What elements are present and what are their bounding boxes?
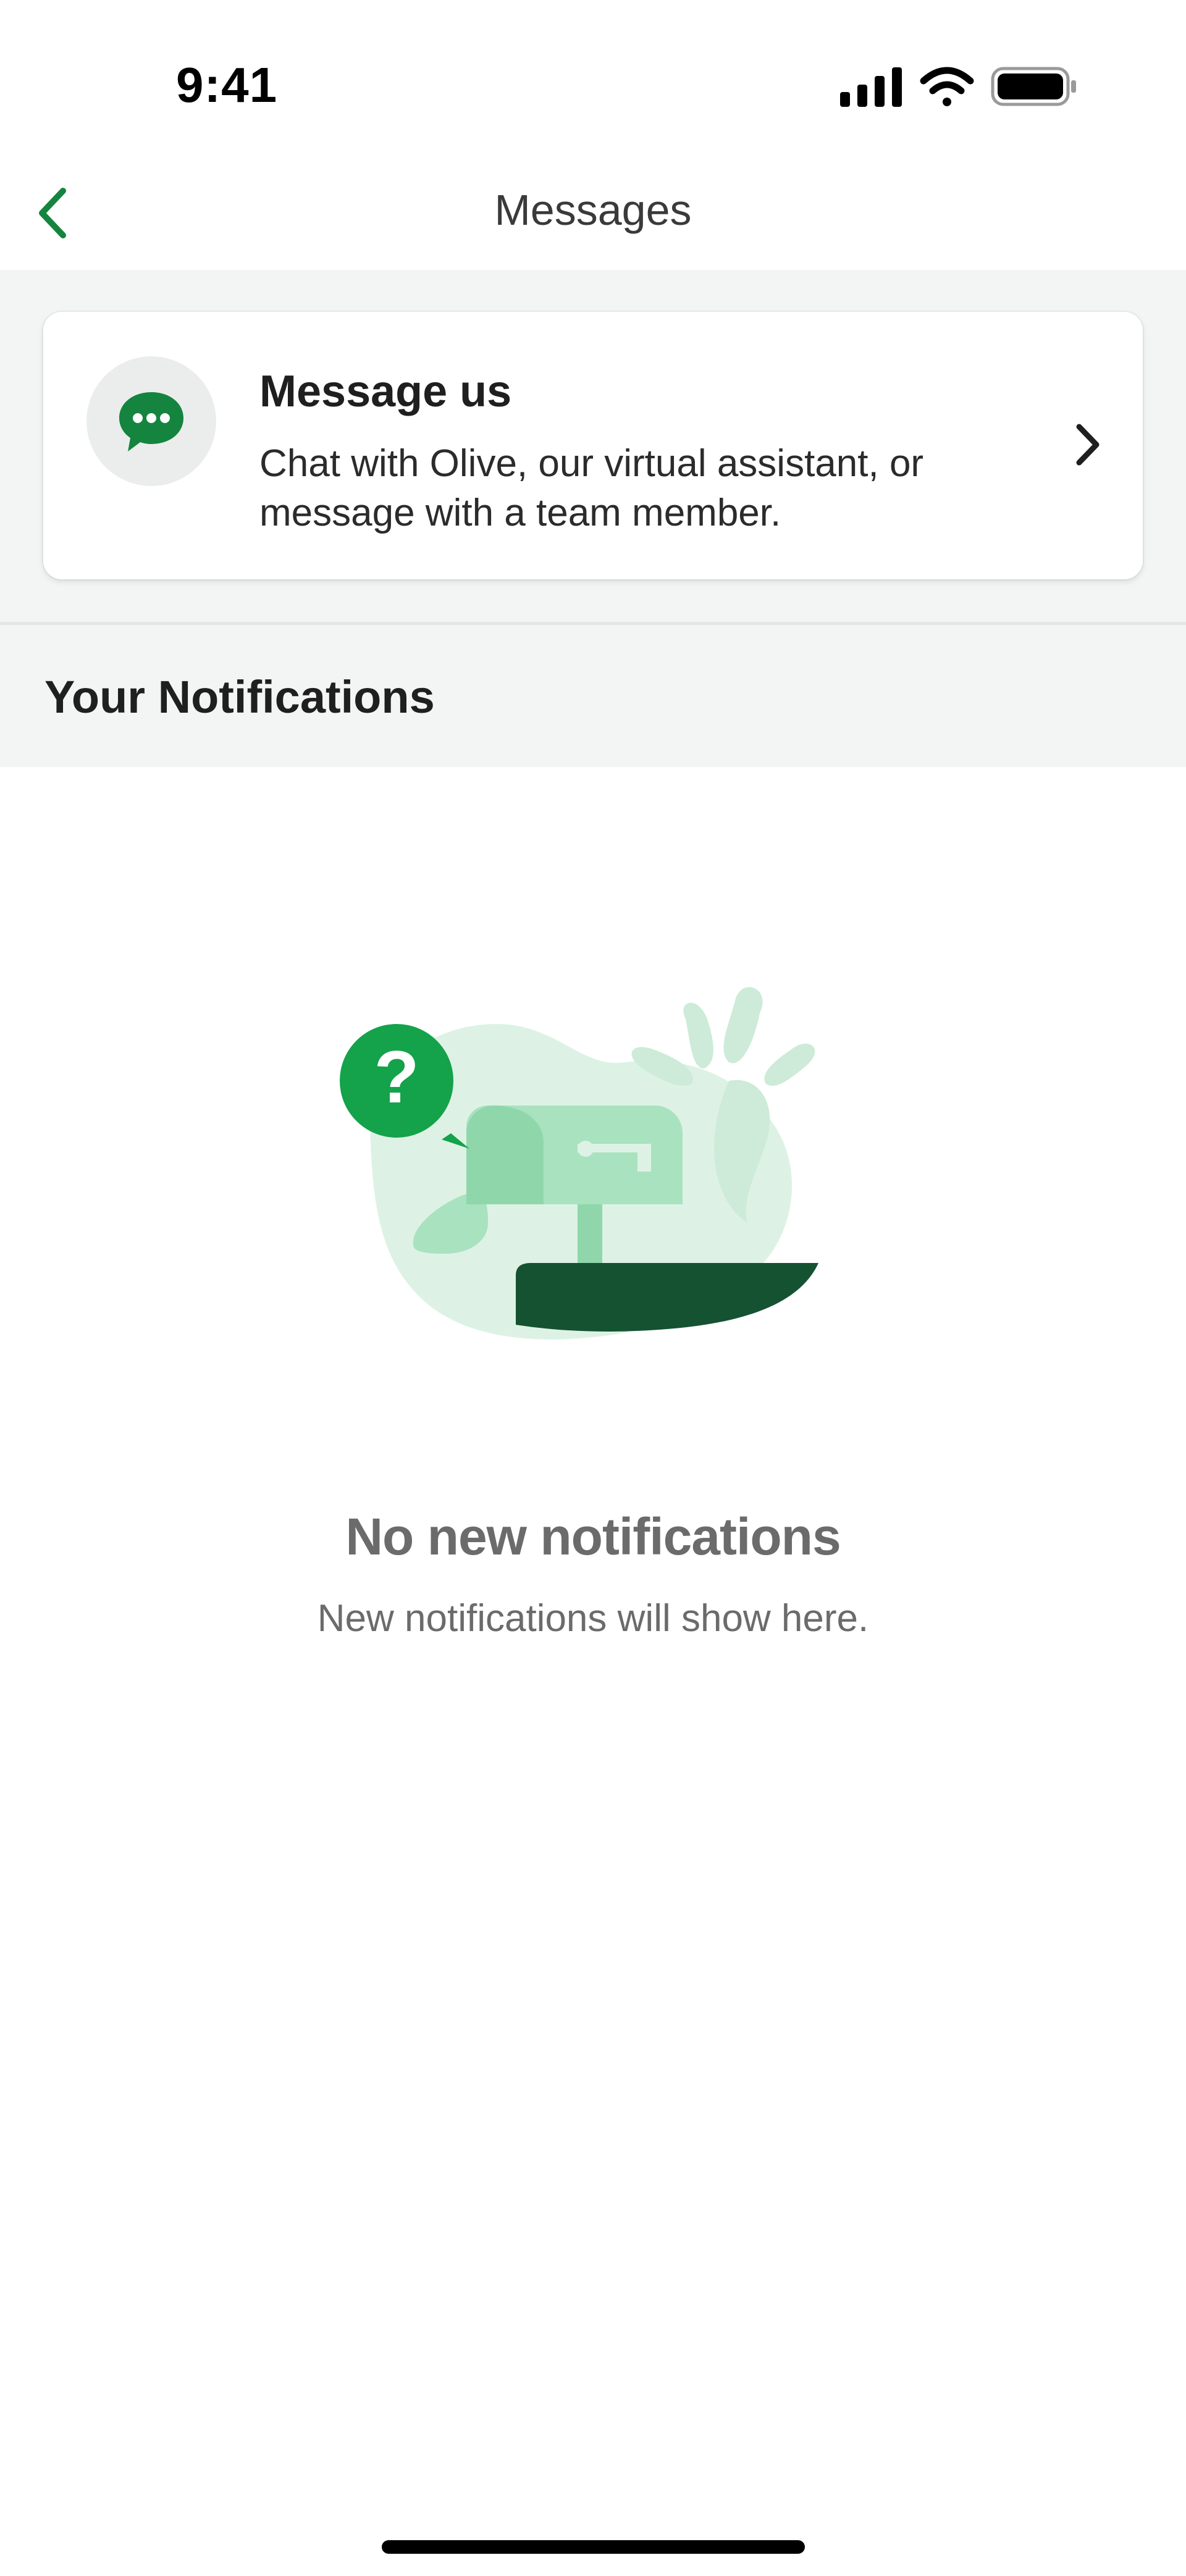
- message-us-card[interactable]: Message us Chat with Olive, our virtual …: [43, 312, 1143, 579]
- card-title: Message us: [259, 367, 512, 416]
- notifications-heading-bar: Your Notifications: [0, 625, 1186, 767]
- page-title: Messages: [494, 186, 692, 234]
- mailbox-question-illustration: ?: [340, 987, 818, 1340]
- ground: [516, 1263, 818, 1332]
- svg-text:?: ?: [374, 1036, 419, 1118]
- wifi-icon: [920, 67, 974, 106]
- status-time: 9:41: [176, 57, 278, 112]
- home-indicator[interactable]: [382, 2540, 805, 2554]
- mailbox-front: [466, 1105, 544, 1204]
- empty-state-subtitle: New notifications will show here.: [317, 1597, 869, 1640]
- card-description: Chat with Olive, our virtual assistant, …: [259, 442, 924, 534]
- empty-state-title: No new notifications: [345, 1508, 841, 1566]
- notifications-heading: Your Notifications: [44, 671, 435, 723]
- navigation-header: Messages: [0, 161, 1186, 270]
- chat-avatar: [86, 356, 216, 486]
- status-bar: 9:41: [0, 0, 1186, 161]
- battery-icon: [991, 67, 1076, 106]
- chevron-right-icon: [1076, 424, 1100, 466]
- status-icons: [837, 65, 1078, 108]
- chat-bubble-icon: [119, 392, 183, 451]
- cellular-signal-icon: [840, 67, 902, 107]
- message-card-section: Message us Chat with Olive, our virtual …: [0, 270, 1186, 625]
